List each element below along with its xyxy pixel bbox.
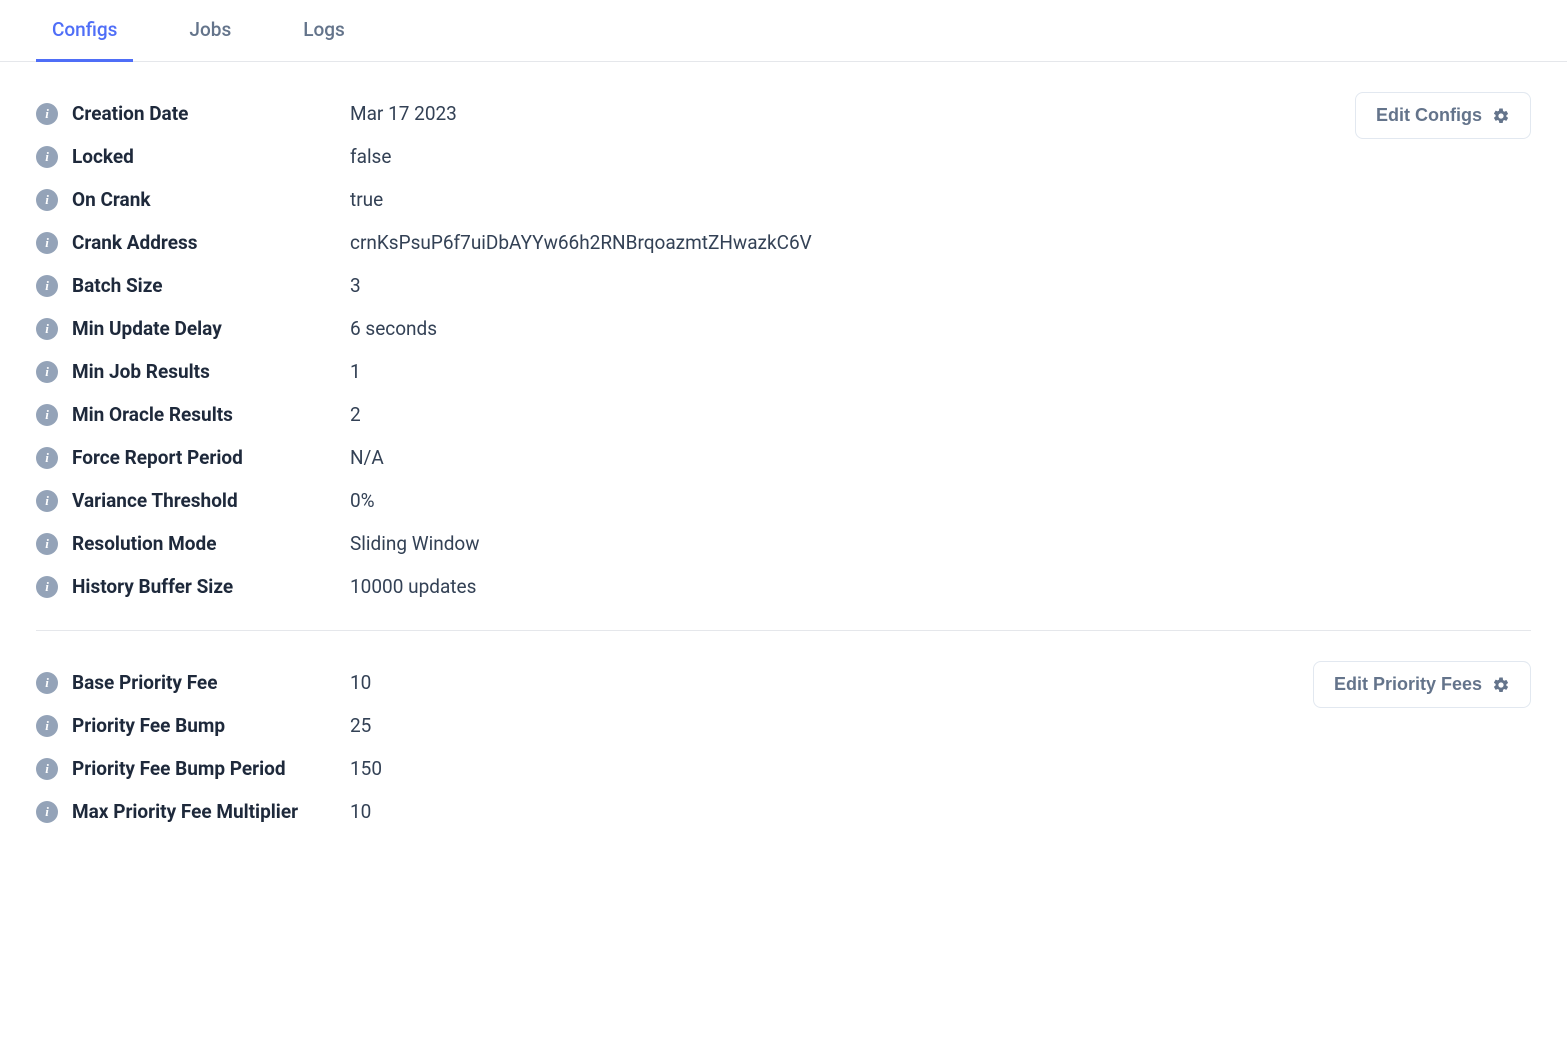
- label-base-priority-fee: Base Priority Fee: [72, 671, 350, 694]
- gear-icon: [1492, 107, 1510, 125]
- label-force-report-period: Force Report Period: [72, 446, 350, 469]
- row-variance-threshold: i Variance Threshold 0%: [36, 479, 1531, 522]
- page-container: Configs Jobs Logs Edit Configs i Creatio…: [0, 0, 1567, 853]
- label-locked: Locked: [72, 145, 350, 168]
- row-min-job-results: i Min Job Results 1: [36, 350, 1531, 393]
- value-on-crank: true: [350, 188, 383, 211]
- label-resolution-mode: Resolution Mode: [72, 532, 350, 555]
- row-crank-address: i Crank Address crnKsPsuP6f7uiDbAYYw66h2…: [36, 221, 1531, 264]
- value-min-update-delay: 6 seconds: [350, 317, 437, 340]
- configs-section: Edit Configs i Creation Date Mar 17 2023…: [36, 92, 1531, 608]
- info-icon[interactable]: i: [36, 232, 58, 254]
- value-priority-fee-bump-period: 150: [350, 757, 382, 780]
- row-min-update-delay: i Min Update Delay 6 seconds: [36, 307, 1531, 350]
- value-force-report-period: N/A: [350, 446, 384, 469]
- label-priority-fee-bump-period: Priority Fee Bump Period: [72, 757, 350, 780]
- value-variance-threshold: 0%: [350, 489, 375, 512]
- value-min-oracle-results: 2: [350, 403, 361, 426]
- priority-fees-section: Edit Priority Fees i Base Priority Fee 1…: [36, 630, 1531, 833]
- label-min-oracle-results: Min Oracle Results: [72, 403, 350, 426]
- value-batch-size: 3: [350, 274, 361, 297]
- label-on-crank: On Crank: [72, 188, 350, 211]
- info-icon[interactable]: i: [36, 801, 58, 823]
- row-locked: i Locked false: [36, 135, 1531, 178]
- row-creation-date: i Creation Date Mar 17 2023: [36, 92, 1531, 135]
- label-min-job-results: Min Job Results: [72, 360, 350, 383]
- info-icon[interactable]: i: [36, 672, 58, 694]
- value-history-buffer-size: 10000 updates: [350, 575, 476, 598]
- row-batch-size: i Batch Size 3: [36, 264, 1531, 307]
- value-locked: false: [350, 145, 391, 168]
- label-min-update-delay: Min Update Delay: [72, 317, 350, 340]
- content-area: Edit Configs i Creation Date Mar 17 2023…: [0, 62, 1567, 853]
- value-min-job-results: 1: [350, 360, 361, 383]
- row-max-priority-fee-multiplier: i Max Priority Fee Multiplier 10: [36, 790, 1531, 833]
- info-icon[interactable]: i: [36, 447, 58, 469]
- tab-configs[interactable]: Configs: [36, 0, 133, 62]
- value-resolution-mode: Sliding Window: [350, 532, 480, 555]
- info-icon[interactable]: i: [36, 146, 58, 168]
- info-icon[interactable]: i: [36, 715, 58, 737]
- edit-priority-fees-button[interactable]: Edit Priority Fees: [1313, 661, 1531, 708]
- tab-bar: Configs Jobs Logs: [0, 0, 1567, 62]
- label-crank-address: Crank Address: [72, 231, 350, 254]
- info-icon[interactable]: i: [36, 490, 58, 512]
- info-icon[interactable]: i: [36, 576, 58, 598]
- label-max-priority-fee-multiplier: Max Priority Fee Multiplier: [72, 800, 350, 823]
- value-base-priority-fee: 10: [350, 671, 371, 694]
- edit-configs-label: Edit Configs: [1376, 105, 1482, 126]
- value-creation-date: Mar 17 2023: [350, 102, 457, 125]
- row-priority-fee-bump-period: i Priority Fee Bump Period 150: [36, 747, 1531, 790]
- info-icon[interactable]: i: [36, 533, 58, 555]
- value-max-priority-fee-multiplier: 10: [350, 800, 371, 823]
- edit-priority-fees-label: Edit Priority Fees: [1334, 674, 1482, 695]
- label-history-buffer-size: History Buffer Size: [72, 575, 350, 598]
- tab-jobs[interactable]: Jobs: [173, 0, 247, 62]
- label-variance-threshold: Variance Threshold: [72, 489, 350, 512]
- value-crank-address: crnKsPsuP6f7uiDbAYYw66h2RNBrqoazmtZHwazk…: [350, 231, 812, 254]
- label-creation-date: Creation Date: [72, 102, 350, 125]
- info-icon[interactable]: i: [36, 275, 58, 297]
- gear-icon: [1492, 676, 1510, 694]
- info-icon[interactable]: i: [36, 318, 58, 340]
- row-on-crank: i On Crank true: [36, 178, 1531, 221]
- row-history-buffer-size: i History Buffer Size 10000 updates: [36, 565, 1531, 608]
- label-priority-fee-bump: Priority Fee Bump: [72, 714, 350, 737]
- edit-configs-button[interactable]: Edit Configs: [1355, 92, 1531, 139]
- value-priority-fee-bump: 25: [350, 714, 371, 737]
- row-base-priority-fee: i Base Priority Fee 10: [36, 661, 1531, 704]
- info-icon[interactable]: i: [36, 758, 58, 780]
- tab-logs[interactable]: Logs: [287, 0, 361, 62]
- label-batch-size: Batch Size: [72, 274, 350, 297]
- row-min-oracle-results: i Min Oracle Results 2: [36, 393, 1531, 436]
- row-priority-fee-bump: i Priority Fee Bump 25: [36, 704, 1531, 747]
- info-icon[interactable]: i: [36, 404, 58, 426]
- row-resolution-mode: i Resolution Mode Sliding Window: [36, 522, 1531, 565]
- row-force-report-period: i Force Report Period N/A: [36, 436, 1531, 479]
- info-icon[interactable]: i: [36, 361, 58, 383]
- info-icon[interactable]: i: [36, 103, 58, 125]
- info-icon[interactable]: i: [36, 189, 58, 211]
